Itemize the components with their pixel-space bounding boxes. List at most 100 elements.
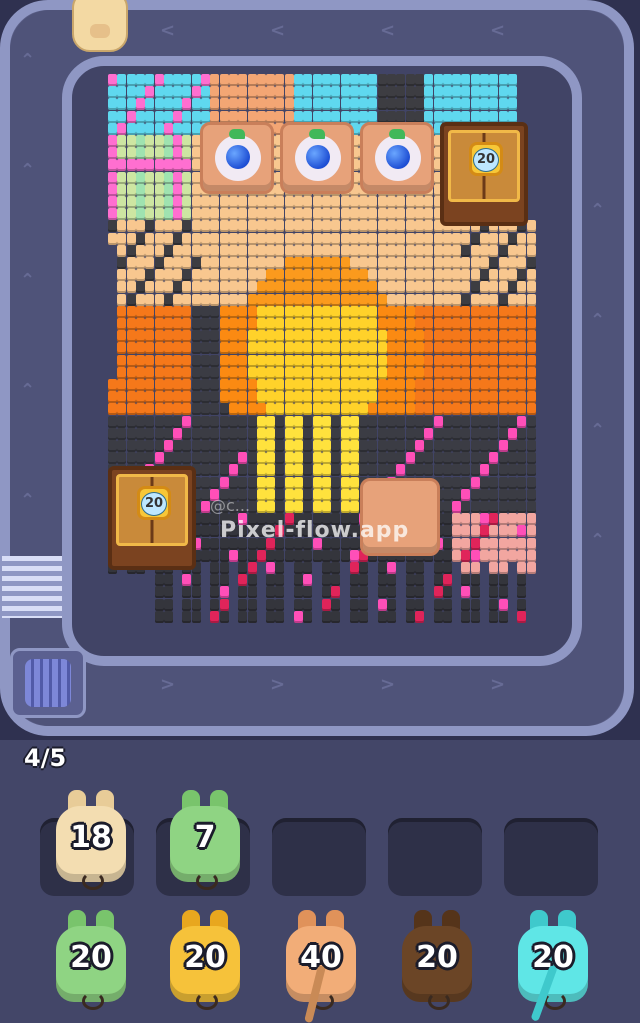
waiting-pig[interactable]: 20: [398, 910, 476, 1010]
pixel-cell: [442, 586, 452, 599]
pixel-cell: [507, 257, 517, 269]
pixel-cell: [247, 452, 257, 465]
locked-gift-box[interactable]: 20: [108, 466, 196, 570]
pixel-cell: [228, 86, 238, 99]
pixel-cell: [163, 135, 173, 147]
pixel-cell: [368, 269, 378, 282]
pixel-cell: [433, 427, 443, 440]
pixel-cell: [461, 513, 471, 526]
pixel-cell: [396, 98, 406, 111]
pixel-cell: [219, 318, 229, 330]
queue-pig[interactable]: 7: [166, 790, 244, 890]
pixel-cell: [517, 610, 527, 623]
pixel-cell: [228, 293, 238, 306]
pixel-cell: [331, 501, 341, 513]
pixel-cell: [442, 403, 452, 416]
pixel-cell: [414, 281, 424, 294]
pixel-cell: [424, 366, 434, 379]
pixel-cell: [247, 232, 257, 245]
pixel-cell: [387, 354, 396, 367]
pixel-cell: [480, 342, 489, 355]
waiting-pig[interactable]: 20: [514, 910, 592, 1022]
pixel-cell: [284, 415, 294, 428]
spool-dock[interactable]: [10, 648, 86, 718]
pixel-cell: [163, 196, 173, 208]
pixel-cell: [359, 403, 369, 416]
pixel-cell: [489, 269, 499, 282]
berry-tile[interactable]: [200, 122, 274, 194]
pixel-cell: [414, 586, 424, 599]
pixel-cell: [126, 379, 136, 391]
pixel-cell: [359, 293, 369, 306]
pixel-cell: [470, 427, 480, 440]
pixel-cell: [117, 171, 127, 184]
pixel-cell: [238, 232, 248, 245]
pixel-cell: [312, 220, 322, 233]
pixel-cell: [117, 86, 127, 99]
pixel-cell: [294, 318, 303, 330]
pixel-cell: [349, 244, 359, 257]
pixel-cell: [461, 98, 471, 111]
pixel-cell: [470, 562, 480, 574]
waiting-pig[interactable]: 20: [52, 910, 130, 1010]
pixel-cell: [219, 244, 229, 257]
pixel-cell: [340, 330, 350, 343]
locked-gift-box[interactable]: 20: [440, 122, 528, 226]
waiting-pig[interactable]: 40: [282, 910, 360, 1023]
pig-tail-icon: [196, 872, 218, 890]
pixel-cell: [377, 232, 387, 245]
pixel-cell: [340, 452, 350, 465]
waiting-pig[interactable]: 20: [166, 910, 244, 1010]
pixel-cell: [442, 269, 452, 282]
pixel-cell: [349, 269, 359, 282]
pixel-cell: [201, 525, 210, 538]
pixel-cell: [154, 379, 164, 391]
pixel-cell: [210, 318, 220, 330]
pixel-cell: [321, 293, 331, 306]
queue-slot[interactable]: [272, 818, 366, 896]
pixel-cell: [424, 391, 434, 404]
pixel-cell: [480, 476, 489, 489]
pixel-cell: [219, 464, 229, 477]
cookie-tile[interactable]: [360, 478, 440, 556]
pixel-cell: [461, 354, 471, 367]
pixel-cell: [145, 159, 155, 172]
pixel-cell: [256, 379, 266, 391]
pixel-cell: [387, 208, 396, 221]
pixel-cell: [424, 403, 434, 416]
pixel-cell: [414, 342, 424, 355]
pixel-cell: [331, 440, 341, 452]
pixel-cell: [452, 501, 462, 513]
pixel-cell: [442, 476, 452, 489]
pixel-cell: [349, 318, 359, 330]
pixel-cell: [405, 330, 415, 343]
berry-tile[interactable]: [280, 122, 354, 194]
berry-tile[interactable]: [360, 122, 434, 194]
pixel-cell: [331, 610, 341, 623]
pixel-cell: [461, 415, 471, 428]
pixel-cell: [405, 342, 415, 355]
queue-pig[interactable]: 18: [52, 790, 130, 890]
pixel-cell: [191, 98, 201, 111]
queue-slot[interactable]: [388, 818, 482, 896]
pixel-cell: [312, 452, 322, 465]
pixel-cell: [219, 196, 229, 208]
pixel-cell: [154, 391, 164, 404]
pixel-cell: [182, 244, 192, 257]
pixel-cell: [387, 305, 396, 318]
pixel-cell: [349, 293, 359, 306]
pixel-cell: [238, 464, 248, 477]
pixel-cell: [303, 318, 313, 330]
pixel-cell: [294, 476, 303, 489]
pixel-cell: [452, 74, 462, 86]
pixel-cell: [489, 464, 499, 477]
queue-slot[interactable]: [504, 818, 598, 896]
pixel-cell: [163, 586, 173, 599]
pixel-cell: [117, 220, 127, 233]
pixel-cell: [163, 74, 173, 86]
pixel-cell: [247, 562, 257, 574]
pixel-cell: [331, 354, 341, 367]
conveyor-pig[interactable]: 5: [68, 0, 132, 62]
pixel-cell: [210, 208, 220, 221]
pixel-cell: [517, 244, 527, 257]
